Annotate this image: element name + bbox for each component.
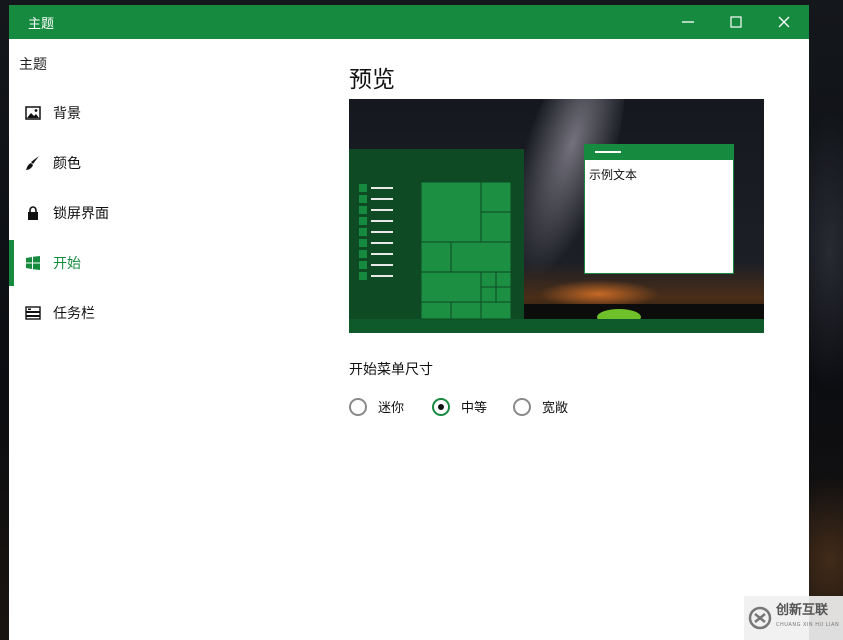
title-bar: 主题 — [9, 5, 809, 39]
minimize-button[interactable] — [665, 5, 711, 39]
settings-window: 主题 主题 背景 颜色 锁屏界面 开始 任务栏 预览 示例文本 开始菜单尺寸 迷… — [9, 5, 809, 640]
maximize-icon — [730, 16, 742, 28]
sidebar-item-label: 颜色 — [53, 156, 81, 172]
sidebar-item-label: 锁屏界面 — [53, 206, 109, 222]
start-size-label: 开始菜单尺寸 — [349, 362, 433, 378]
close-icon — [778, 16, 790, 28]
radio-button[interactable] — [513, 397, 531, 416]
watermark-text: 创新互联 — [776, 603, 829, 618]
watermark-logo-icon — [748, 606, 772, 630]
sample-window-titlebar — [585, 145, 733, 160]
sample-window: 示例文本 — [584, 144, 734, 274]
watermark: 创新互联 CHUANG XIN HU LIAN — [744, 596, 843, 640]
sidebar-item-taskbar[interactable]: 任务栏 — [9, 290, 309, 336]
sidebar-item-label: 任务栏 — [53, 306, 95, 322]
sidebar-header: 主题 — [19, 57, 47, 73]
minimize-icon — [682, 21, 694, 23]
lock-icon — [25, 205, 41, 221]
sidebar-item-background[interactable]: 背景 — [9, 90, 309, 136]
picture-icon — [25, 105, 41, 121]
sidebar-item-colors[interactable]: 颜色 — [9, 140, 309, 186]
page-title: 预览 — [349, 67, 395, 93]
maximize-button[interactable] — [713, 5, 759, 39]
window-title: 主题 — [28, 17, 55, 32]
theme-preview: 示例文本 — [349, 99, 764, 333]
sidebar-item-lockscreen[interactable]: 锁屏界面 — [9, 190, 309, 236]
radio-spacious[interactable]: 宽敞 — [513, 397, 568, 416]
radio-button[interactable] — [432, 397, 450, 416]
brush-icon — [25, 155, 41, 171]
radio-medium[interactable]: 中等 — [432, 397, 487, 416]
sidebar-item-start[interactable]: 开始 — [9, 240, 309, 286]
sidebar-item-label: 开始 — [53, 256, 81, 272]
radio-mini[interactable]: 迷你 — [349, 397, 404, 416]
radio-label: 中等 — [461, 401, 488, 416]
taskbar-icon — [25, 305, 41, 321]
windows-icon — [25, 255, 41, 271]
close-button[interactable] — [761, 5, 807, 39]
radio-label: 迷你 — [378, 401, 405, 416]
radio-label: 宽敞 — [542, 401, 569, 416]
radio-button[interactable] — [349, 397, 367, 416]
sample-text: 示例文本 — [589, 168, 638, 182]
watermark-subtext: CHUANG XIN HU LIAN — [776, 622, 840, 628]
sidebar-item-label: 背景 — [53, 106, 81, 122]
